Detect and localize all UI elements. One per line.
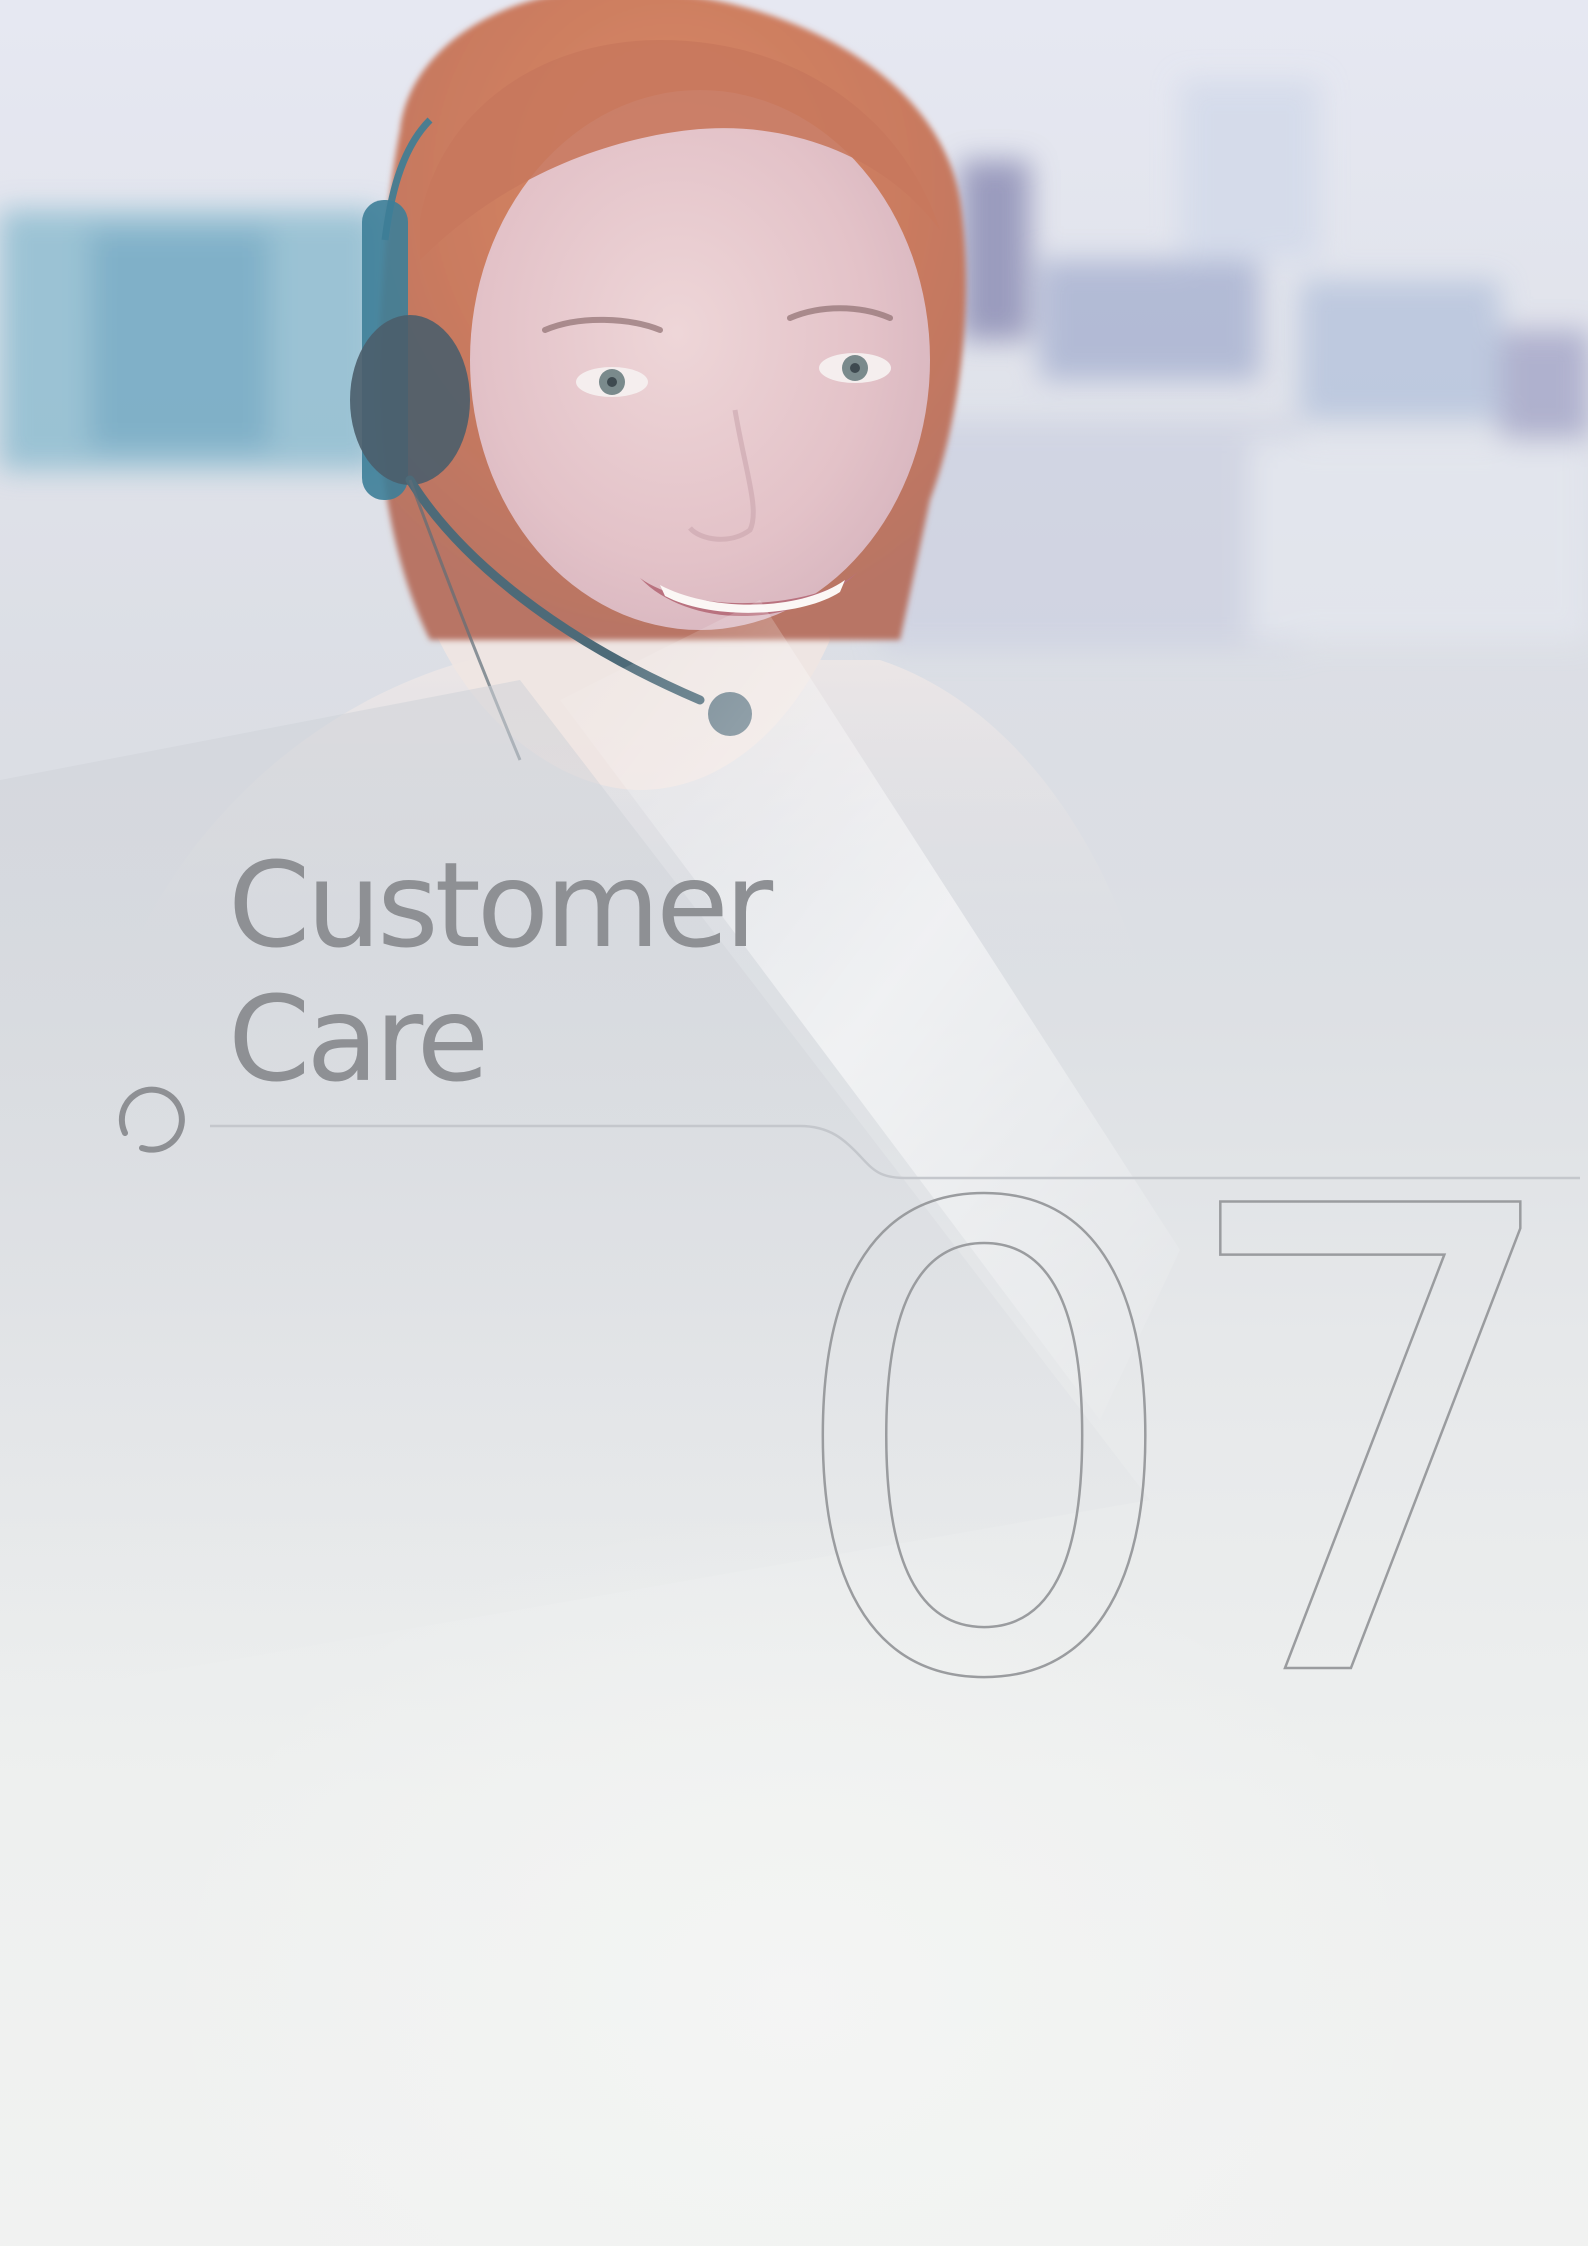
section-number: 07 [781,1074,1555,1819]
open-circle-icon [118,1086,185,1153]
cover-page: Customer Care 07 [0,0,1588,2246]
title-line-1: Customer [228,836,773,974]
title-line-2: Care [228,970,489,1108]
page-title: Customer Care [228,836,773,1108]
